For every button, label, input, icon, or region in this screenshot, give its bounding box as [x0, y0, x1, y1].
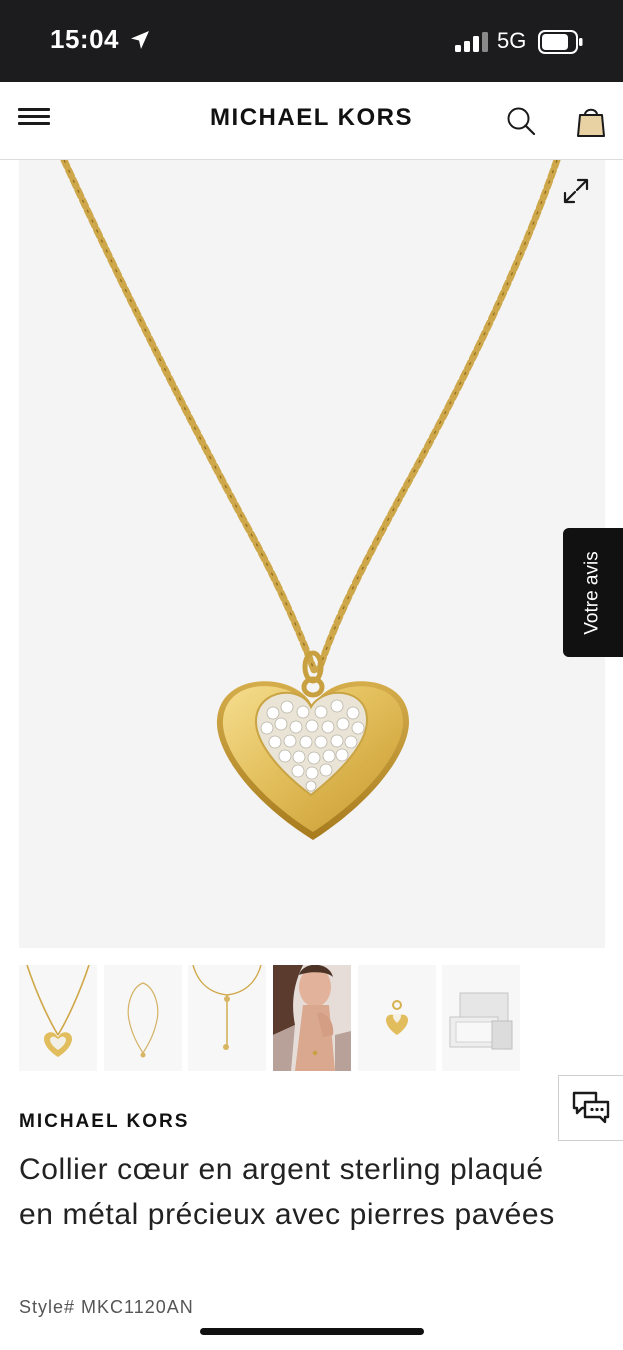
network-label: 5G [497, 28, 527, 53]
shopping-bag-icon [577, 108, 605, 137]
menu-button[interactable] [18, 108, 50, 134]
battery-icon [538, 30, 583, 54]
thumb-full-necklace[interactable] [104, 965, 182, 1071]
product-style-number: Style# MKC1120AN [19, 1297, 194, 1317]
model-wearing-thumbnail-image [273, 965, 351, 1071]
thumb-pendant-detail[interactable] [358, 965, 436, 1071]
search-icon [507, 107, 536, 136]
status-time: 15:04 [50, 24, 119, 54]
expand-icon[interactable] [561, 176, 591, 206]
site-header: MICHAEL KORS [0, 82, 623, 160]
thumb-model-wearing[interactable] [273, 965, 351, 1071]
feedback-tab[interactable]: Votre avis [563, 528, 623, 657]
product-brand[interactable]: MICHAEL KORS [19, 1111, 189, 1133]
chat-bubbles-icon [572, 1091, 610, 1124]
heart-pendant-necklace-image [60, 160, 561, 840]
menu-icon [18, 108, 50, 125]
pendant-detail-thumbnail-image [386, 1000, 408, 1035]
thumb-gift-box[interactable] [442, 965, 520, 1071]
product-title: Collier cœur en argent sterling plaqué e… [19, 1153, 555, 1231]
thumb-heart-pendant[interactable] [19, 965, 97, 1071]
thumb-adjustable-chain[interactable] [188, 965, 266, 1071]
search-button[interactable] [506, 106, 536, 136]
shopping-bag-button[interactable] [575, 104, 607, 138]
gift-box-thumbnail-image [449, 992, 513, 1050]
home-indicator[interactable] [200, 1328, 424, 1335]
status-bar: 15:04 5G [0, 0, 623, 82]
adjustable-chain-thumbnail-image [192, 965, 262, 1050]
full-necklace-thumbnail-image [127, 982, 159, 1058]
chat-button[interactable] [558, 1075, 623, 1141]
location-arrow-icon [131, 31, 149, 49]
main-product-image[interactable] [19, 160, 605, 948]
signal-bars-icon [455, 32, 488, 52]
heart-pendant-thumbnail-image [26, 965, 90, 1057]
feedback-tab-label: Votre avis [582, 550, 603, 635]
thumbnail-strip [19, 965, 539, 1071]
